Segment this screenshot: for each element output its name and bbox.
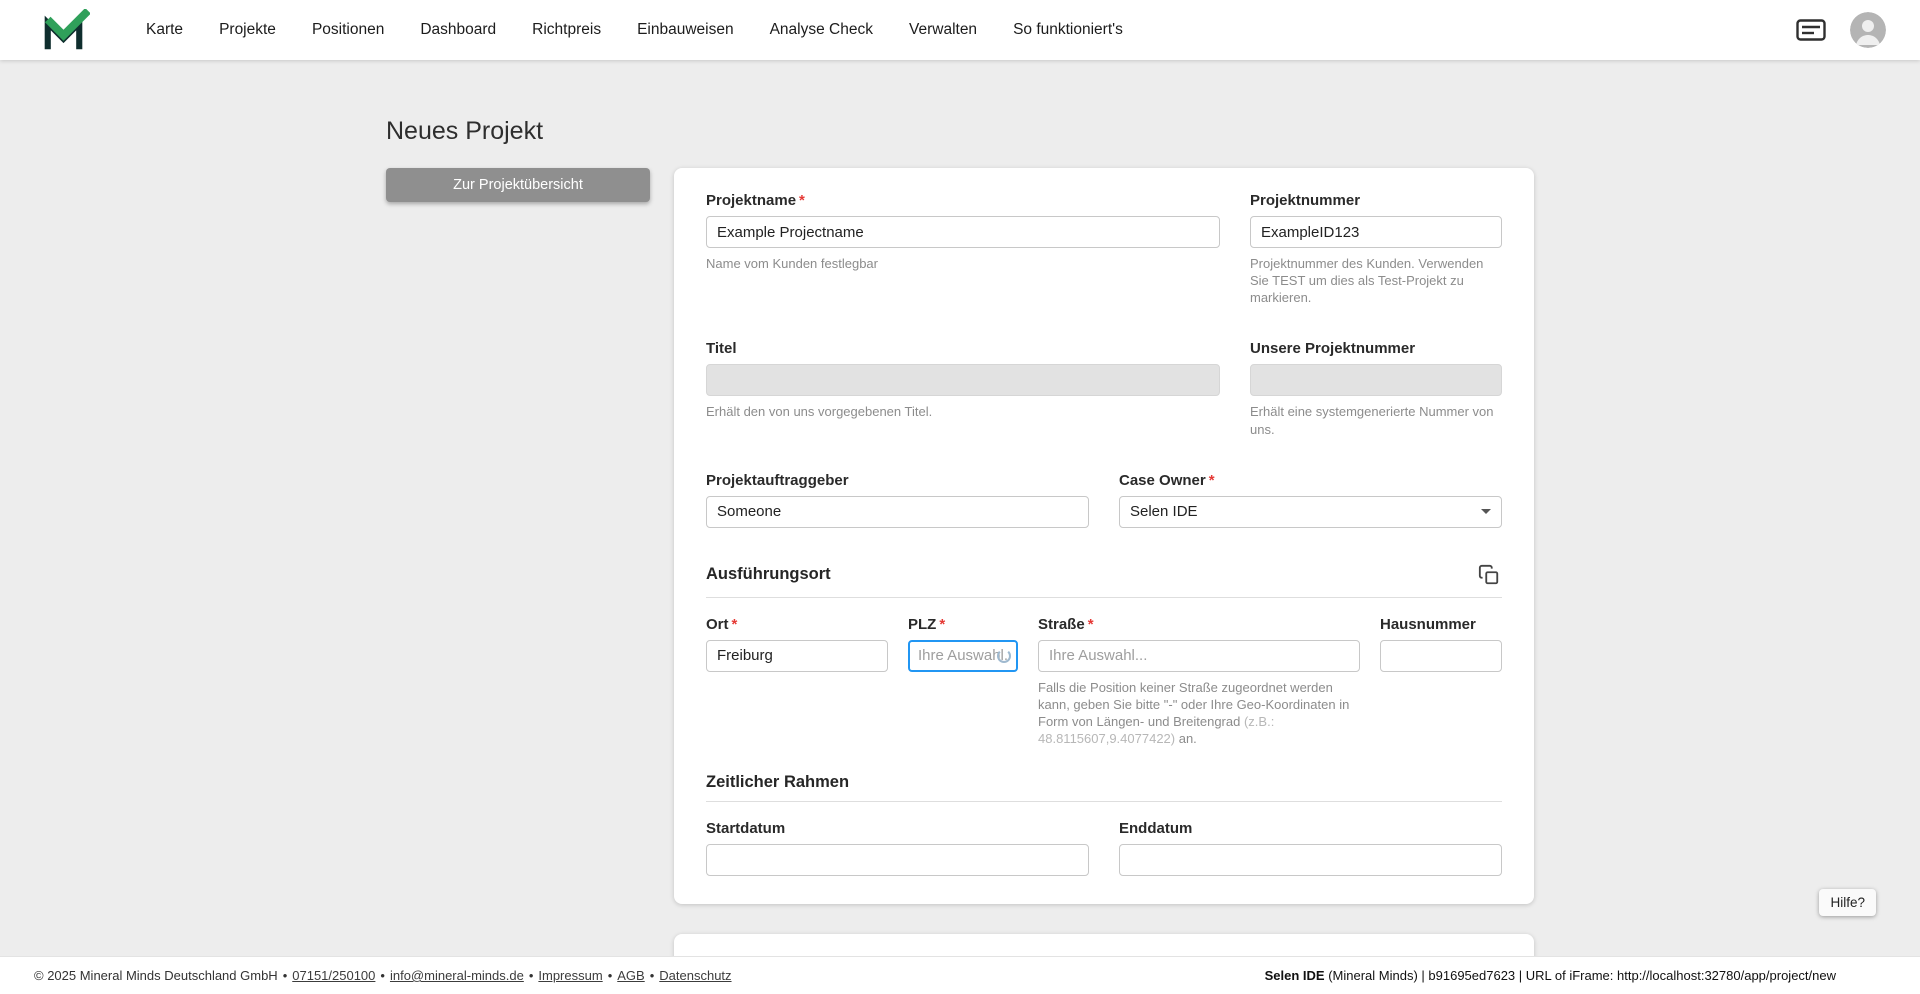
strasse-helper: Falls die Position keiner Straße zugeord…	[1038, 679, 1350, 747]
help-button[interactable]: Hilfe?	[1819, 889, 1876, 916]
footer-datenschutz-link[interactable]: Datenschutz	[659, 968, 731, 983]
footer-user-name: Selen IDE	[1264, 968, 1325, 983]
projektname-label: Projektname *	[706, 192, 805, 209]
nav-item-so-funktionierts[interactable]: So funktioniert's	[1013, 21, 1123, 39]
required-asterisk: *	[1208, 471, 1215, 489]
server-icon[interactable]	[1796, 19, 1826, 41]
copy-address-button[interactable]	[1476, 562, 1502, 588]
page-title: Neues Projekt	[386, 117, 544, 145]
top-nav: Karte Projekte Positionen Dashboard Rich…	[0, 0, 1920, 60]
field-plz: PLZ *	[908, 616, 1018, 672]
projektnummer-input[interactable]	[1250, 216, 1502, 248]
unsere-projektnummer-helper: Erhält eine systemgenerierte Nummer von …	[1250, 404, 1494, 437]
strasse-input[interactable]	[1038, 639, 1360, 672]
field-strasse: Straße* Falls die Position keiner Straße…	[1038, 616, 1360, 748]
nav-item-projekte[interactable]: Projekte	[219, 21, 276, 39]
plz-label: PLZ *	[908, 615, 946, 633]
nav-item-dashboard[interactable]: Dashboard	[420, 21, 496, 39]
field-ort: Ort *	[706, 616, 888, 672]
required-asterisk: *	[1087, 615, 1094, 633]
project-form-card: Projektname* Name vom Kunden festlegbar …	[674, 168, 1534, 905]
footer-phone-link[interactable]: 07151/250100	[292, 968, 375, 983]
projektname-helper: Name vom Kunden festlegbar	[706, 256, 878, 271]
nav-item-richtpreis[interactable]: Richtpreis	[532, 21, 601, 39]
ort-label: Ort *	[706, 615, 738, 633]
chevron-down-icon	[1481, 509, 1491, 515]
hausnummer-input[interactable]	[1380, 639, 1502, 672]
field-projektauftraggeber: Projektauftraggeber	[706, 472, 1089, 528]
nav-item-verwalten[interactable]: Verwalten	[909, 21, 977, 39]
unsere-projektnummer-label: Unsere Projektnummer	[1250, 340, 1416, 358]
footer-impressum-link[interactable]: Impressum	[538, 968, 602, 983]
footer-email-link[interactable]: info@mineral-minds.de	[390, 968, 524, 983]
strasse-label: Straße *	[1038, 615, 1094, 633]
enddatum-label: Enddatum	[1119, 820, 1193, 838]
startdatum-input[interactable]	[706, 844, 1089, 877]
section-divider	[706, 801, 1502, 803]
footer-agb-link[interactable]: AGB	[617, 968, 644, 983]
back-to-projects-button[interactable]: Zur Projektübersicht	[386, 168, 650, 202]
required-asterisk: *	[939, 615, 946, 633]
case-owner-selected-value: Selen IDE	[1130, 503, 1198, 521]
loading-spinner-icon	[997, 648, 1011, 663]
hausnummer-label: Hausnummer	[1380, 615, 1476, 633]
nav-item-analyse-check[interactable]: Analyse Check	[770, 21, 873, 39]
brand-logo[interactable]	[44, 9, 90, 51]
required-asterisk: *	[731, 615, 738, 633]
main-content: Neues Projekt Zur Projektübersicht Proje…	[0, 60, 1920, 956]
enddatum-input[interactable]	[1119, 844, 1502, 877]
copy-icon	[1478, 564, 1499, 584]
projektauftraggeber-label: Projektauftraggeber	[706, 471, 849, 489]
avatar[interactable]	[1850, 12, 1886, 48]
projektnummer-label: Projektnummer	[1250, 192, 1361, 209]
unsere-projektnummer-input	[1250, 364, 1502, 397]
footer-user-details: (Mineral Minds) | b91695ed7623 | URL of …	[1324, 968, 1836, 983]
case-owner-label: Case Owner *	[1119, 471, 1215, 489]
field-case-owner: Case Owner * Selen IDE	[1119, 472, 1502, 528]
main-nav: Karte Projekte Positionen Dashboard Rich…	[146, 21, 1123, 39]
footer-session-info: Selen IDE (Mineral Minds) | b91695ed7623…	[1265, 968, 1836, 983]
field-titel: Titel Erhält den von uns vorgegebenen Ti…	[706, 340, 1220, 420]
section-divider	[706, 596, 1502, 598]
footer: © 2025 Mineral Minds Deutschland GmbH • …	[0, 956, 1920, 994]
firmendaten-card: Firmendaten	[674, 934, 1534, 956]
titel-label: Titel	[706, 340, 737, 358]
field-hausnummer: Hausnummer	[1380, 616, 1502, 672]
section-title-ausfuehrungsort: Ausführungsort	[706, 565, 831, 584]
brand-logo-icon	[44, 9, 90, 50]
field-enddatum: Enddatum	[1119, 820, 1502, 877]
projektnummer-helper: Projektnummer des Kunden. Verwenden Sie …	[1250, 256, 1484, 306]
projektauftraggeber-input[interactable]	[706, 495, 1089, 528]
footer-copyright: © 2025 Mineral Minds Deutschland GmbH	[34, 968, 278, 983]
field-projektname: Projektname* Name vom Kunden festlegbar	[706, 192, 1220, 272]
titel-helper: Erhält den von uns vorgegebenen Titel.	[706, 404, 933, 420]
section-title-zeitlicher-rahmen: Zeitlicher Rahmen	[706, 773, 850, 792]
topbar-right	[1796, 12, 1886, 48]
nav-item-positionen[interactable]: Positionen	[312, 21, 384, 39]
field-startdatum: Startdatum	[706, 820, 1089, 877]
projektname-input[interactable]	[706, 216, 1220, 248]
footer-left: © 2025 Mineral Minds Deutschland GmbH • …	[34, 968, 732, 983]
case-owner-select[interactable]: Selen IDE	[1119, 495, 1502, 528]
titel-input	[706, 364, 1220, 397]
startdatum-label: Startdatum	[706, 820, 786, 838]
required-asterisk: *	[799, 192, 805, 209]
field-projektnummer: Projektnummer Projektnummer des Kunden. …	[1250, 192, 1502, 306]
nav-item-einbauweisen[interactable]: Einbauweisen	[637, 21, 734, 39]
avatar-icon	[1850, 12, 1886, 48]
ort-input[interactable]	[706, 639, 888, 672]
field-unsere-projektnummer: Unsere Projektnummer Erhält eine systemg…	[1250, 340, 1502, 437]
nav-item-karte[interactable]: Karte	[146, 21, 183, 39]
